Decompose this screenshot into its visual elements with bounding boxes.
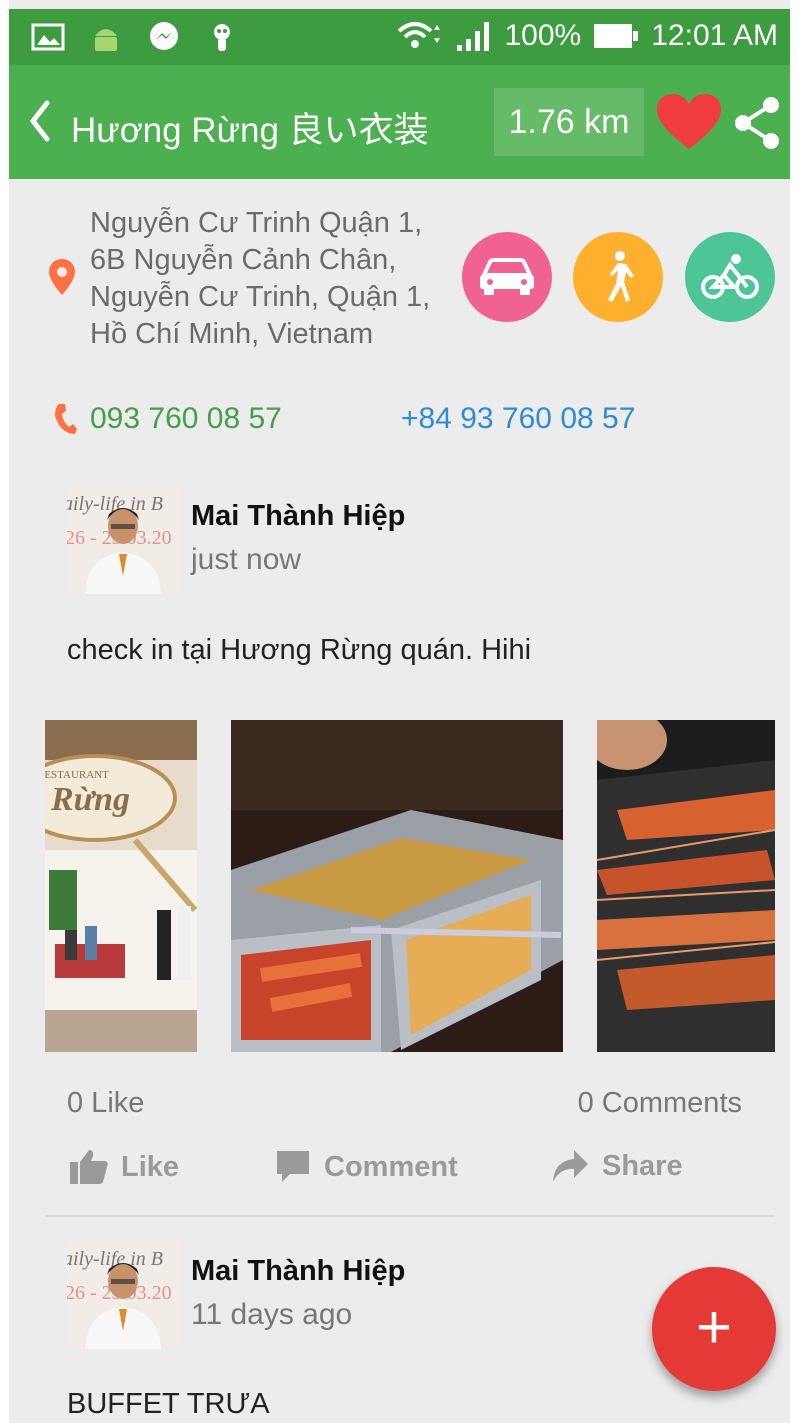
bicycle-icon: [701, 254, 759, 299]
location-pin-icon: [49, 259, 75, 295]
clock: 12:01 AM: [651, 19, 778, 52]
post-time: just now: [191, 543, 302, 576]
car-icon: [480, 258, 534, 295]
walk-directions-button[interactable]: [573, 232, 663, 322]
android-notification-icon: [95, 29, 117, 51]
like-button-label: Like: [121, 1150, 180, 1183]
comment-button-label: Comment: [324, 1150, 458, 1183]
toolbar: Hương Rừng 良い衣装 1.76 km: [9, 65, 790, 179]
bug-notification-icon: [214, 24, 230, 51]
restaurant-sign-label: RESTAURANT: [45, 769, 109, 781]
app-screen: 100% 12:01 AM Hương Rừng 良い衣装 1.76 km Ng…: [0, 0, 799, 1423]
back-arrow-icon[interactable]: [25, 99, 55, 143]
comment-bubble-icon: [277, 1151, 309, 1182]
post-text: BUFFET TRƯA: [67, 1388, 270, 1420]
like-count: 0 Like: [67, 1087, 145, 1119]
comment-button[interactable]: Comment: [274, 1148, 458, 1186]
avatar-photo: aily-life in B 26 - 23.03.20: [67, 1239, 179, 1349]
signal-icon: [456, 22, 489, 51]
post-text: check in tại Hương Rừng quán. Hihi: [67, 634, 532, 666]
walking-person-icon: [608, 251, 634, 302]
post-author[interactable]: Mai Thành Hiệp: [191, 500, 405, 533]
avatar[interactable]: aily-life in B 26 - 23.03.20: [67, 484, 179, 594]
address-text: Nguyễn Cư Trinh Quận 1, 6B Nguyễn Cảnh C…: [90, 207, 431, 350]
post-author[interactable]: Mai Thành Hiệp: [191, 1255, 405, 1288]
phone-icon: [55, 404, 77, 434]
bike-directions-button[interactable]: [685, 232, 775, 322]
phone-number-international[interactable]: +84 93 760 08 57: [401, 402, 635, 436]
comment-count[interactable]: 0 Comments: [578, 1087, 742, 1120]
status-bar: 100% 12:01 AM: [9, 9, 790, 65]
post-time: 11 days ago: [191, 1298, 353, 1331]
favorite-heart-icon[interactable]: [655, 93, 723, 151]
wifi-icon: [397, 22, 440, 48]
gallery-notification-icon: [31, 23, 65, 51]
share-icon[interactable]: [731, 95, 783, 151]
add-post-fab[interactable]: +: [652, 1267, 776, 1391]
post-photo-buffet[interactable]: [231, 720, 563, 1052]
share-button-label: Share: [602, 1149, 683, 1182]
like-button[interactable]: Like: [69, 1148, 179, 1186]
post-photo-restaurant[interactable]: RESTAURANT Rừng: [45, 720, 197, 1052]
restaurant-sign-name: Rừng: [50, 781, 130, 818]
share-arrow-icon: [553, 1150, 588, 1182]
post-divider: [45, 1215, 775, 1217]
page-title: Hương Rừng 良い衣装: [71, 111, 429, 150]
post-photo-lobster[interactable]: [597, 720, 775, 1052]
avatar-photo: aily-life in B 26 - 23.03.20: [67, 484, 179, 594]
messenger-notification-icon: [150, 22, 178, 50]
battery-percent: 100%: [504, 19, 582, 52]
distance-badge: 1.76 km: [494, 88, 644, 156]
battery-icon: [594, 24, 639, 48]
phone-number-local[interactable]: 093 760 08 57: [90, 402, 282, 436]
share-button[interactable]: Share: [550, 1148, 683, 1184]
avatar[interactable]: aily-life in B 26 - 23.03.20: [67, 1239, 179, 1349]
thumbs-up-icon: [70, 1150, 108, 1184]
drive-directions-button[interactable]: [462, 232, 552, 322]
